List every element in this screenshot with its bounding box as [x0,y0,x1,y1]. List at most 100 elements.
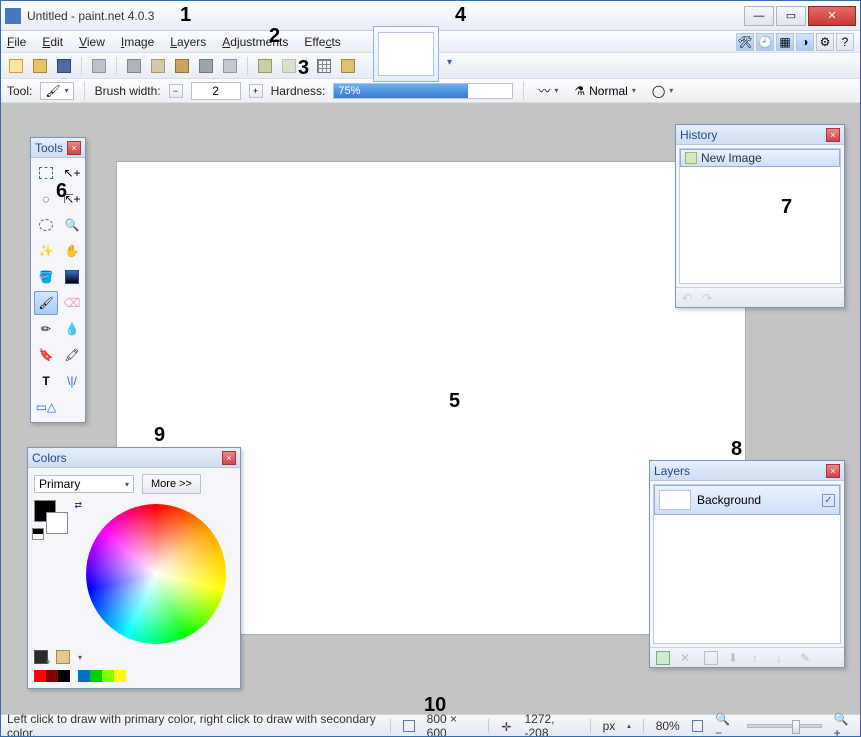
tool-magic-wand[interactable]: ✨ [34,239,58,263]
toggle-layers-button[interactable]: ▦ [776,33,794,51]
units-dropdown-icon[interactable]: ▴ [627,722,631,730]
palette-swatch[interactable] [58,670,70,682]
history-panel-header[interactable]: History × [676,125,844,145]
tool-shapes[interactable]: ▭△ [34,395,58,419]
menu-view[interactable]: ViewView [79,35,105,49]
history-redo-button[interactable]: ↷ [702,291,712,305]
layer-properties-button[interactable]: ✎ [800,651,814,665]
fit-window-icon[interactable] [692,720,703,732]
menu-adjustments[interactable]: AdjustmentsAdjustments [222,35,288,49]
colors-more-button[interactable]: More >> [142,474,201,494]
toggle-tools-button[interactable]: 🛠 [736,33,754,51]
swap-colors-button[interactable]: ⇄ [74,500,82,511]
maximize-button[interactable]: ▭ [776,6,806,26]
move-up-button[interactable]: ↑ [752,651,766,665]
history-panel-close[interactable]: × [826,128,840,142]
color-wheel[interactable] [86,504,226,644]
colors-panel-header[interactable]: Colors × [28,448,240,468]
rulers-button[interactable] [339,57,357,75]
antialias-dropdown[interactable]: 〰▾ [534,82,562,100]
tool-clone-stamp[interactable]: 🔖 [34,343,58,367]
layers-panel-header[interactable]: Layers × [650,461,844,481]
toggle-colors-button[interactable]: ◑ [796,33,814,51]
zoom-slider[interactable] [747,724,821,728]
thumbnail-dropdown-icon[interactable]: ▾ [447,57,452,68]
history-undo-button[interactable]: ↶ [682,291,692,305]
add-layer-button[interactable] [656,651,670,665]
menu-image[interactable]: ImageImage [121,35,154,49]
palette-swatch[interactable] [78,670,90,682]
menu-layers[interactable]: LayersLayers [170,35,206,49]
tool-ellipse-select[interactable] [34,213,58,237]
tool-paint-bucket[interactable]: 🪣 [34,265,58,289]
tool-move-selected[interactable]: ↖+ [60,161,84,185]
pixel-grid-button[interactable] [315,57,333,75]
help-button[interactable]: ? [836,33,854,51]
zoom-slider-knob[interactable] [792,720,800,734]
deselect-button[interactable] [221,57,239,75]
history-item[interactable]: New Image [680,149,840,167]
color-which-dropdown[interactable]: Primary ▾ [34,475,134,493]
undo-button[interactable] [256,57,274,75]
minimize-button[interactable]: — [744,6,774,26]
duplicate-layer-button[interactable] [704,651,718,665]
palette-swatch[interactable] [102,670,114,682]
document-thumbnail[interactable]: ▾ [373,26,439,82]
menu-edit[interactable]: EditEdit [42,35,63,49]
merge-down-button[interactable]: ⬇ [728,651,742,665]
palette-swatch[interactable] [34,670,46,682]
layers-panel-close[interactable]: × [826,464,840,478]
tool-paintbrush[interactable]: 🖌 [34,291,58,315]
tool-move-selection[interactable]: ⇱+ [60,187,84,211]
reset-colors-button[interactable] [32,528,44,540]
tool-lasso-select[interactable]: ◌ [34,187,58,211]
tool-pencil[interactable]: ✏ [34,317,58,341]
close-button[interactable]: ✕ [808,6,856,26]
colors-panel-close[interactable]: × [222,451,236,465]
cut-button[interactable] [125,57,143,75]
tool-zoom[interactable]: 🔍 [60,213,84,237]
status-zoom[interactable]: 80% [656,719,680,733]
blend-mode-dropdown[interactable]: ⚗ Normal ▾ [570,82,639,100]
tool-line[interactable]: \|/ [60,369,84,393]
open-button[interactable] [31,57,49,75]
tools-panel-header[interactable]: Tools × [31,138,85,158]
tool-eraser[interactable]: ⌫ [60,291,84,315]
paste-button[interactable] [173,57,191,75]
tool-dropdown[interactable]: 🖌▾ [40,82,73,100]
move-down-button[interactable]: ↓ [776,651,790,665]
tool-gradient[interactable] [60,265,84,289]
tool-rectangle-select[interactable] [34,161,58,185]
tool-text[interactable]: T [34,369,58,393]
new-button[interactable] [7,57,25,75]
menu-file[interactable]: FFileile [7,35,26,49]
add-palette-color-button[interactable] [34,650,48,664]
palette-swatch[interactable] [90,670,102,682]
zoom-out-button[interactable]: 🔍− [715,712,735,737]
tool-recolor[interactable]: 🖍 [60,343,84,367]
brush-width-increment[interactable]: + [249,84,263,98]
tool-pan[interactable]: ✋ [60,239,84,263]
tool-color-picker[interactable]: 💧 [60,317,84,341]
save-button[interactable] [55,57,73,75]
palette-swatch[interactable] [46,670,58,682]
palette-dropdown-icon[interactable]: ▾ [78,653,82,662]
toggle-history-button[interactable]: 🕘 [756,33,774,51]
layer-row[interactable]: Background ✓ [654,485,840,515]
copy-button[interactable] [149,57,167,75]
status-units[interactable]: px [603,719,616,733]
secondary-color-swatch[interactable] [46,512,68,534]
delete-layer-button[interactable]: ✕ [680,651,694,665]
print-button[interactable] [90,57,108,75]
crop-button[interactable] [197,57,215,75]
brush-width-input[interactable] [191,82,241,100]
redo-button[interactable] [280,57,298,75]
tools-panel-close[interactable]: × [67,141,81,155]
layer-visibility-checkbox[interactable]: ✓ [822,494,835,507]
hardness-slider[interactable]: 75% [333,83,513,99]
settings-button[interactable]: ⚙ [816,33,834,51]
brush-width-decrement[interactable]: − [169,84,183,98]
zoom-in-button[interactable]: 🔍+ [834,712,854,737]
menu-effects[interactable]: EffectsEffects [304,35,340,49]
palette-swatch[interactable] [114,670,126,682]
